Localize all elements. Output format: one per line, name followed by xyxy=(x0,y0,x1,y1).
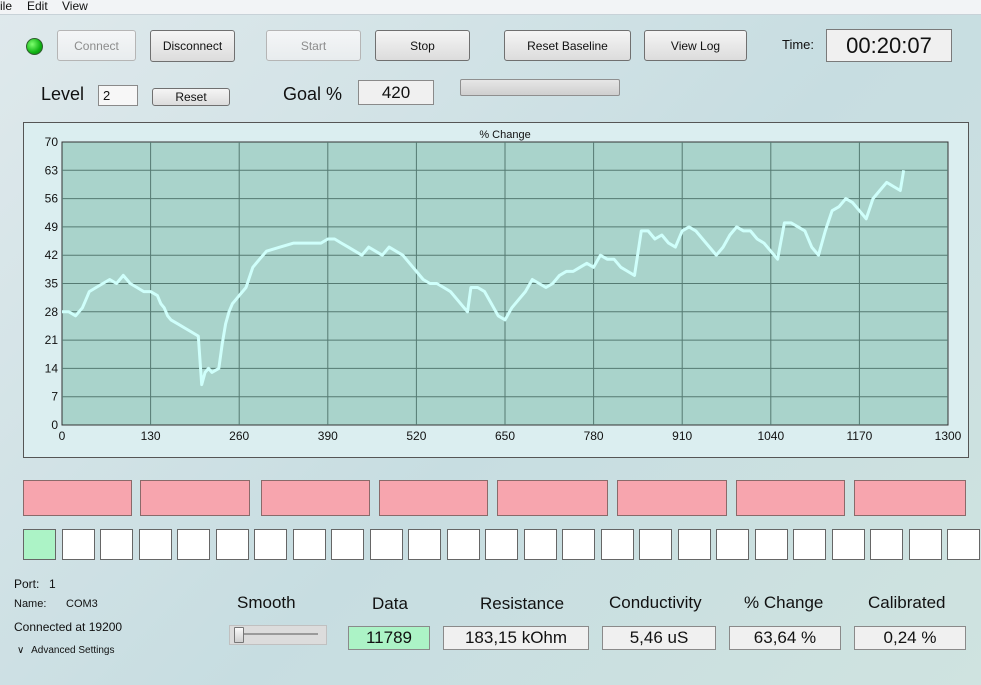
square-indicator xyxy=(215,529,249,560)
square-indicator xyxy=(639,529,672,560)
start-button[interactable]: Start xyxy=(266,30,361,61)
red-indicator-box xyxy=(854,480,966,516)
y-tick-label: 7 xyxy=(51,390,58,404)
x-tick-label: 1040 xyxy=(757,429,784,443)
y-tick-label: 63 xyxy=(45,163,59,177)
red-indicator-box xyxy=(379,480,488,516)
level-input[interactable]: 2 xyxy=(98,85,138,106)
connect-button[interactable]: Connect xyxy=(57,30,136,61)
square-indicator xyxy=(908,529,942,560)
square-indicator xyxy=(446,529,480,560)
y-tick-label: 28 xyxy=(45,305,59,319)
x-tick-label: 260 xyxy=(229,429,249,443)
chart-title: % Change xyxy=(479,129,530,141)
square-indicator xyxy=(831,529,865,560)
x-tick-label: 1300 xyxy=(935,429,962,443)
calibrated-label: Calibrated xyxy=(868,593,946,612)
level-reset-button[interactable]: Reset xyxy=(152,88,230,106)
connection-status-led-icon xyxy=(26,38,43,55)
square-indicator xyxy=(100,529,133,560)
smooth-slider-thumb[interactable] xyxy=(234,627,244,643)
elapsed-time-display: 00:20:07 xyxy=(826,29,952,62)
red-indicator-box xyxy=(261,480,370,516)
percent-change-label: % Change xyxy=(744,593,824,612)
goal-progress-bar xyxy=(460,79,620,96)
y-tick-label: 49 xyxy=(45,220,59,234)
red-indicator-box xyxy=(497,480,608,516)
name-value: COM3 xyxy=(66,598,98,610)
square-indicator xyxy=(331,529,364,560)
square-indicator xyxy=(600,529,634,560)
square-indicator xyxy=(61,529,95,560)
y-tick-label: 42 xyxy=(45,248,59,262)
y-tick-label: 14 xyxy=(45,361,59,375)
chevron-double-down-icon: ∨ xyxy=(17,645,25,656)
reset-baseline-button[interactable]: Reset Baseline xyxy=(504,30,631,61)
square-indicator xyxy=(716,529,749,560)
square-indicator xyxy=(138,529,172,560)
square-indicator xyxy=(947,529,980,560)
y-tick-label: 56 xyxy=(45,192,59,206)
time-label: Time: xyxy=(782,37,815,52)
conductivity-label: Conductivity xyxy=(609,593,702,612)
square-indicator xyxy=(369,529,403,560)
square-indicator xyxy=(677,529,711,560)
resistance-label: Resistance xyxy=(480,594,565,613)
x-tick-label: 0 xyxy=(59,429,66,443)
x-tick-label: 1170 xyxy=(846,429,872,443)
y-tick-label: 70 xyxy=(45,135,59,149)
connected-status: Connected at 19200 xyxy=(14,620,123,634)
square-indicator xyxy=(523,529,557,560)
y-tick-label: 21 xyxy=(45,333,59,347)
square-indicator xyxy=(754,529,788,560)
red-indicator-box xyxy=(23,480,132,516)
red-indicator-box xyxy=(140,480,250,516)
menu-bar: ile Edit View xyxy=(0,0,981,15)
advanced-settings-label: Advanced Settings xyxy=(31,645,115,656)
smooth-label: Smooth xyxy=(237,593,296,612)
red-indicator-box xyxy=(617,480,727,516)
level-label: Level xyxy=(41,84,85,104)
advanced-settings-toggle[interactable]: ∨ Advanced Settings xyxy=(17,645,115,656)
disconnect-button[interactable]: Disconnect xyxy=(150,30,235,62)
square-indicator xyxy=(292,529,326,560)
x-tick-label: 650 xyxy=(495,429,515,443)
x-tick-label: 390 xyxy=(318,429,338,443)
menu-edit[interactable]: Edit xyxy=(27,0,48,13)
smooth-slider-track xyxy=(238,633,318,635)
square-indicator xyxy=(408,529,441,560)
percent-change-value: 63,64 % xyxy=(729,626,841,650)
x-tick-label: 130 xyxy=(141,429,161,443)
port-value: 1 xyxy=(49,577,56,591)
percent-change-chart-panel: 0 130 260 390 520 650 780 910 1040 1170 1300 0 7 14 21… xyxy=(23,122,969,458)
square-indicator xyxy=(870,529,903,560)
square-indicator xyxy=(23,529,56,560)
resistance-value: 183,15 kOhm xyxy=(443,626,589,650)
x-tick-label: 780 xyxy=(584,429,604,443)
view-log-button[interactable]: View Log xyxy=(644,30,747,61)
name-label: Name: xyxy=(14,598,47,610)
calibrated-value: 0,24 % xyxy=(854,626,966,650)
square-indicator xyxy=(177,529,210,560)
stop-button[interactable]: Stop xyxy=(375,30,470,61)
port-label: Port: xyxy=(14,577,40,591)
data-value: 11789 xyxy=(348,626,430,650)
menu-file[interactable]: ile xyxy=(0,0,12,13)
goal-label: Goal % xyxy=(283,84,343,104)
square-indicator xyxy=(254,529,287,560)
y-tick-label: 35 xyxy=(45,277,59,291)
goal-value[interactable]: 420 xyxy=(358,80,434,105)
y-tick-label: 0 xyxy=(51,418,58,432)
red-indicator-box xyxy=(736,480,845,516)
menu-view[interactable]: View xyxy=(62,0,88,13)
square-indicator xyxy=(562,529,595,560)
x-tick-label: 520 xyxy=(406,429,426,443)
percent-change-chart: 0 130 260 390 520 650 780 910 1040 1170 1300 0 7 14 21… xyxy=(45,129,962,443)
data-label: Data xyxy=(372,594,408,613)
x-tick-label: 910 xyxy=(672,429,692,443)
square-indicator xyxy=(793,529,826,560)
square-indicator xyxy=(485,529,518,560)
conductivity-value: 5,46 uS xyxy=(602,626,716,650)
